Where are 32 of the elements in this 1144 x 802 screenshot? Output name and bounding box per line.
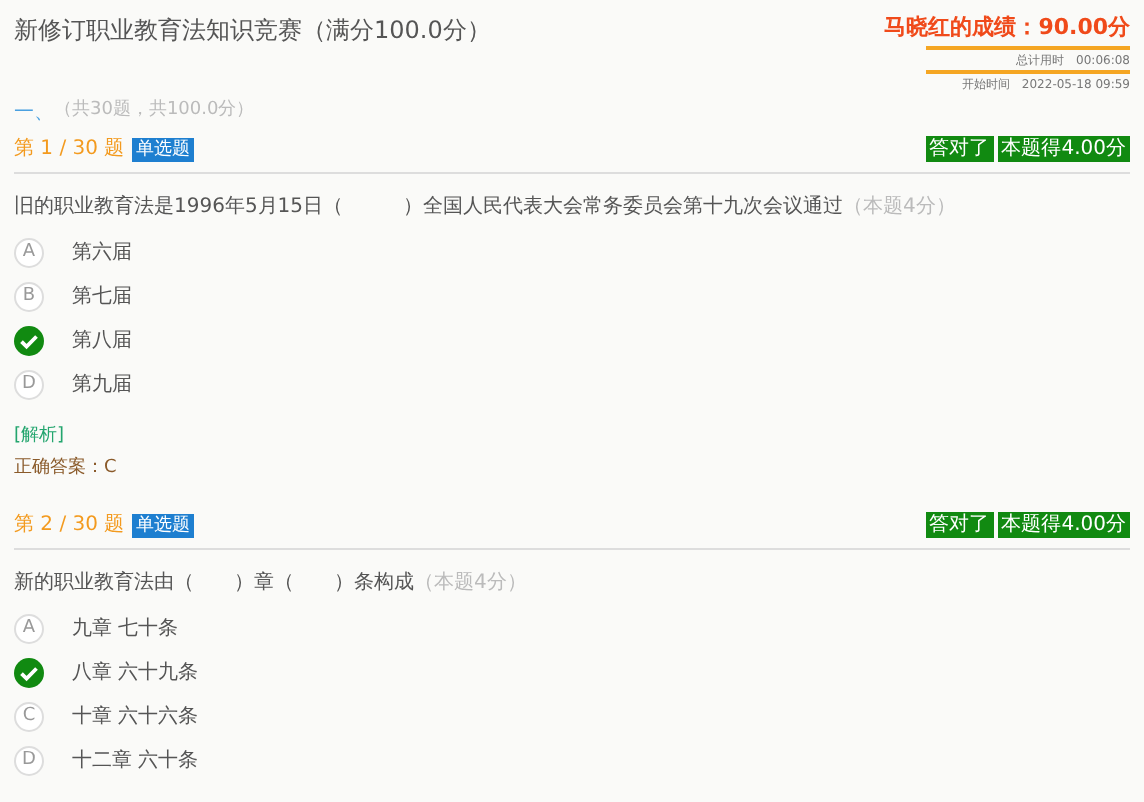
result-tag: 答对了	[925, 136, 994, 162]
option-letter[interactable]: B	[14, 282, 44, 312]
result-tag: 答对了	[925, 512, 994, 538]
option-letter[interactable]: A	[14, 238, 44, 268]
question-counter: 第 1 / 30 题	[14, 136, 125, 164]
option-letter[interactable]: D	[14, 370, 44, 400]
analysis-label: [解析]	[14, 423, 67, 449]
score-text: 马晓红的成绩：90.00分	[884, 12, 1130, 44]
option-text: 十章 六十六条	[72, 703, 199, 732]
question-counter: 第 2 / 30 题	[14, 512, 125, 540]
option-text: 八章 六十九条	[72, 659, 199, 688]
option-text: 第八届	[72, 328, 132, 356]
option-letter[interactable]: C	[14, 702, 44, 732]
option-letter[interactable]: D	[14, 746, 44, 776]
section-number: 一、	[14, 99, 54, 127]
correct-answer: 正确答案：C	[14, 456, 119, 482]
points-tag: 本题得4.00分	[997, 512, 1130, 538]
check-icon[interactable]	[14, 326, 44, 356]
question-type-tag: 单选题	[132, 137, 195, 161]
question-text: 旧的职业教育法是1996年5月15日（ ）全国人民代表大会常务委员会第十九次会议通过（本题4分）	[14, 193, 956, 222]
page-title: 新修订职业教育法知识竞赛（满分100.0分）	[14, 14, 491, 48]
option-text: 九章 七十条	[72, 615, 179, 644]
option-letter[interactable]: A	[14, 614, 44, 644]
option-text: 十二章 六十条	[72, 747, 199, 776]
option-text: 第七届	[72, 283, 132, 312]
section-summary: （共30题，共100.0分）	[54, 98, 255, 125]
option-text: 第九届	[72, 371, 132, 400]
option-text: 第六届	[72, 239, 132, 268]
question-type-tag: 单选题	[132, 513, 195, 537]
check-icon[interactable]	[14, 658, 44, 688]
question-text: 新的职业教育法由（ ）章（ ）条构成（本题4分）	[14, 569, 527, 598]
points-tag: 本题得4.00分	[997, 136, 1130, 162]
